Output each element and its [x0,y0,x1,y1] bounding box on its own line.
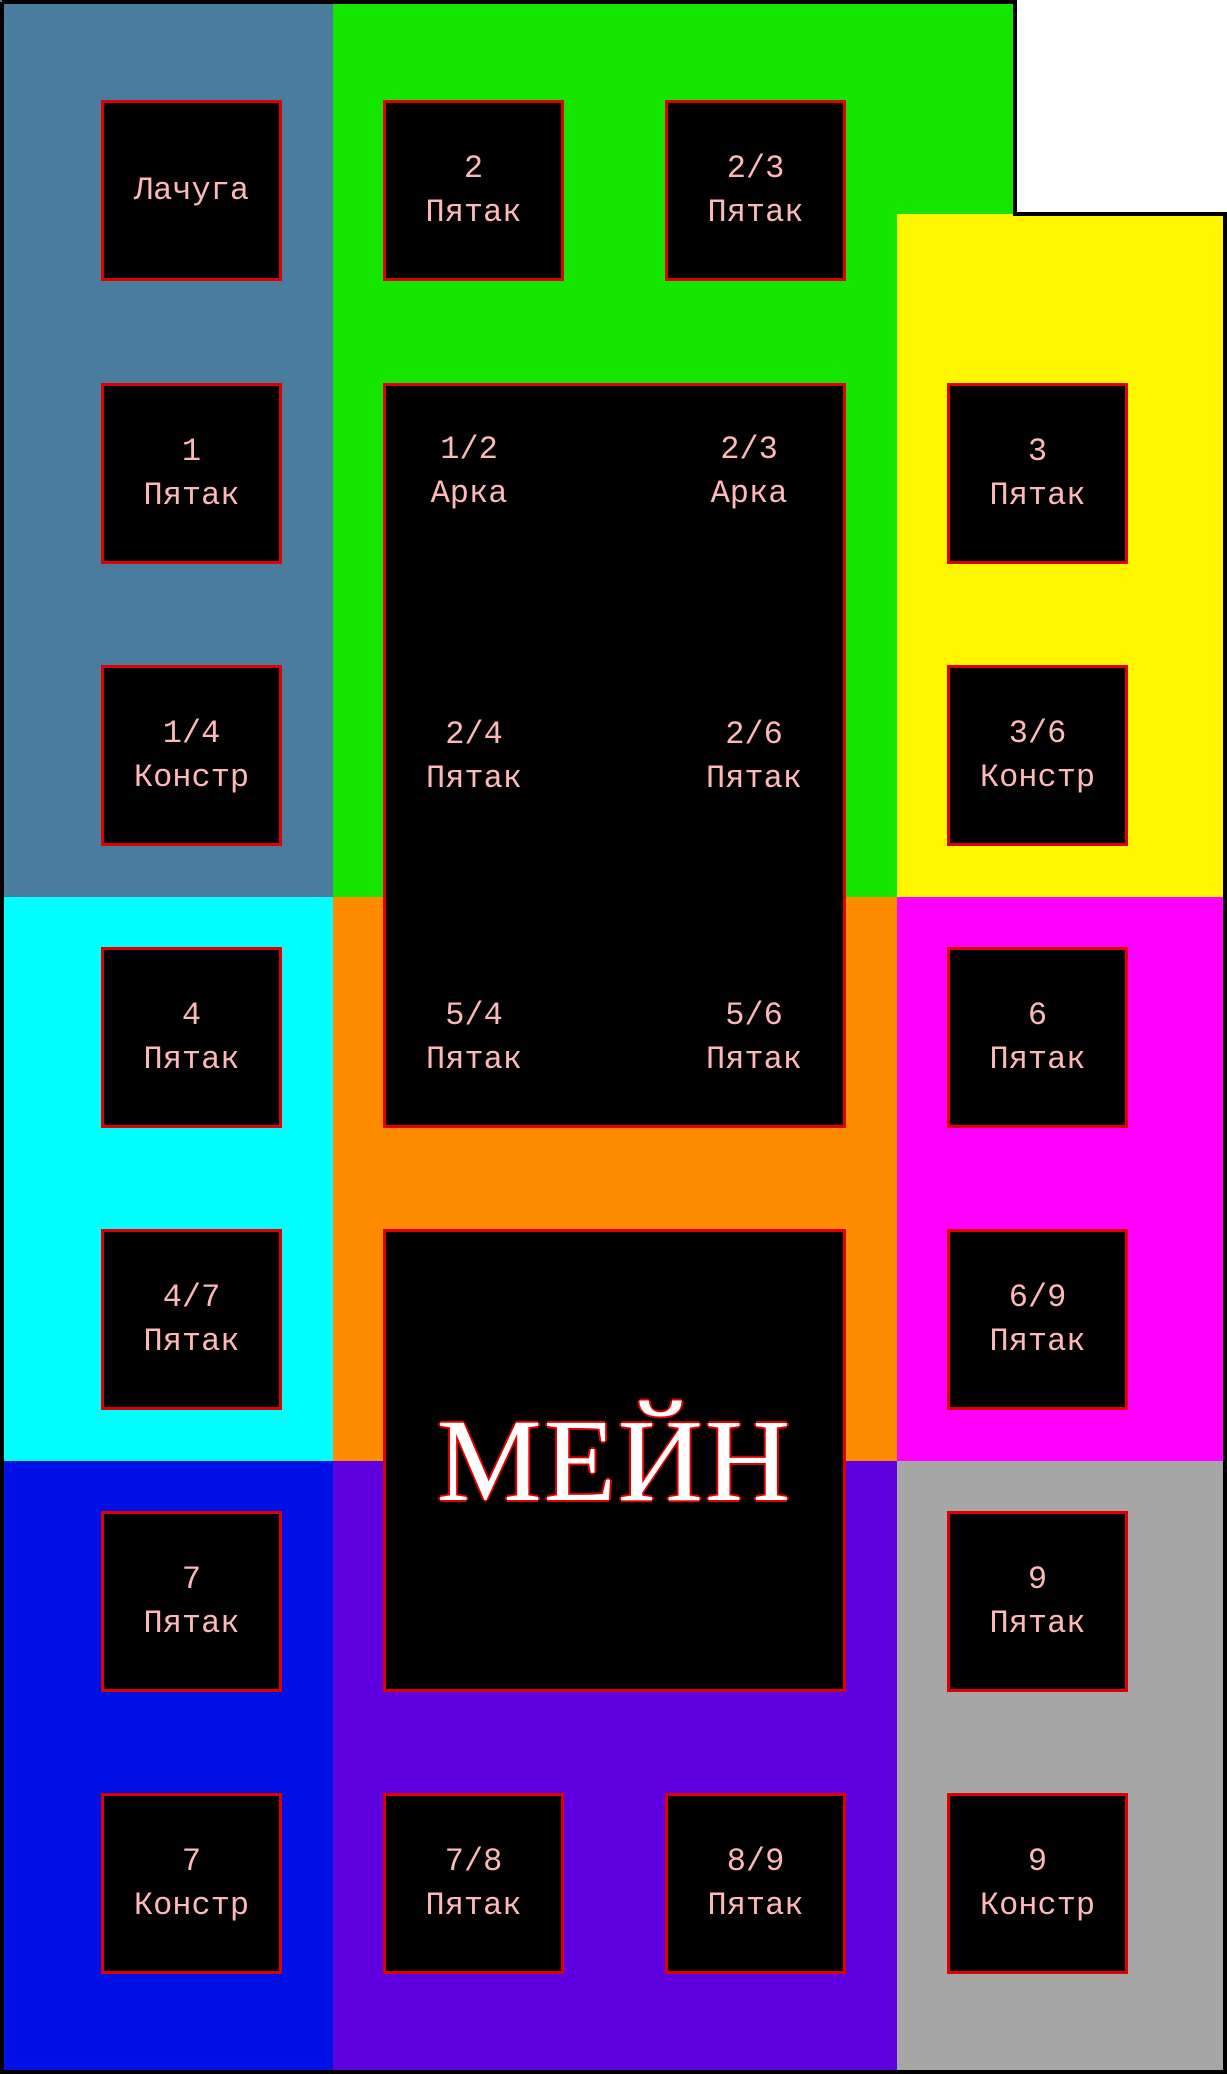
tile-2-spot[interactable]: 2 Пятак [383,100,564,281]
tile-7-constr[interactable]: 7 Констр [101,1793,282,1974]
tile-label-type: Констр [979,1886,1096,1924]
tile-3-6-constr[interactable]: 3/6 Констр [947,665,1128,846]
tile-4-spot[interactable]: 4 Пятак [101,947,282,1128]
tile-label-number: 7/8 [444,1842,503,1880]
tile-label-number: 9 [1027,1560,1048,1598]
tile-label-number: 2/3 [726,149,785,187]
tile-label-number: 7 [181,1842,202,1880]
tile-label-number: 9 [1027,1842,1048,1880]
center-label-type: Пятак [705,1041,802,1078]
tile-9-spot[interactable]: 9 Пятак [947,1511,1128,1692]
center-spot-5-6[interactable]: 5/6 Пятак [644,994,864,1082]
tile-label-type: Пятак [425,1886,522,1924]
tile-8-9-spot[interactable]: 8/9 Пятак [665,1793,846,1974]
tile-label-type: Пятак [143,1604,240,1642]
tile-label-type: Пятак [989,476,1086,514]
center-label-type: Арка [710,475,788,512]
tile-6-9-spot[interactable]: 6/9 Пятак [947,1229,1128,1410]
tile-label-type: Пятак [143,1322,240,1360]
tile-7-8-spot[interactable]: 7/8 Пятак [383,1793,564,1974]
tile-label-number: 7 [181,1560,202,1598]
tile-label-number: 8/9 [726,1842,785,1880]
tile-label-number: 1 [181,432,202,470]
tile-4-7-spot[interactable]: 4/7 Пятак [101,1229,282,1410]
tile-label-type: Пятак [989,1040,1086,1078]
map-area: Лачуга 2 Пятак 2/3 Пятак 1 Пятак 3 Пятак… [0,0,1227,2074]
tile-label-number: 4 [181,996,202,1034]
center-label-number: 2/6 [725,716,783,753]
tile-label-number: 6/9 [1008,1278,1067,1316]
tile-label-type: Констр [133,1886,250,1924]
tile-1-spot[interactable]: 1 Пятак [101,383,282,564]
center-label-number: 5/6 [725,997,783,1034]
tile-label-type: Констр [979,758,1096,796]
tile-label-number: 4/7 [162,1278,221,1316]
tile-7-spot[interactable]: 7 Пятак [101,1511,282,1692]
center-label-type: Пятак [705,760,802,797]
center-spot-2-6[interactable]: 2/6 Пятак [644,713,864,801]
tile-label-type: Пятак [989,1604,1086,1642]
tile-shack-label: Лачуга [133,171,250,209]
tile-shack[interactable]: Лачуга [101,100,282,281]
tile-label-type: Пятак [707,193,804,231]
tile-2-3-spot[interactable]: 2/3 Пятак [665,100,846,281]
tile-label-type: Констр [133,758,250,796]
center-label-type: Пятак [425,760,522,797]
center-label-type: Пятак [425,1041,522,1078]
center-spot-5-4[interactable]: 5/4 Пятак [364,994,584,1082]
tile-label-type: Пятак [707,1886,804,1924]
tile-label-type: Пятак [989,1322,1086,1360]
center-label-number: 1/2 [440,431,498,468]
tile-label-type: Пятак [143,1040,240,1078]
center-label-number: 2/4 [445,716,503,753]
tile-label-type: Пятак [425,193,522,231]
tile-label-number: 6 [1027,996,1048,1034]
tile-label-number: 3 [1027,432,1048,470]
center-label-type: Арка [430,475,508,512]
tile-6-spot[interactable]: 6 Пятак [947,947,1128,1128]
center-arch-2-3[interactable]: 2/3 Арка [639,428,859,516]
tile-3-spot[interactable]: 3 Пятак [947,383,1128,564]
main-label: МЕЙН [436,1394,793,1526]
main-block[interactable]: МЕЙН [383,1229,846,1692]
tile-9-constr[interactable]: 9 Констр [947,1793,1128,1974]
tile-label-number: 3/6 [1008,714,1067,752]
tile-label-type: Пятак [143,476,240,514]
tile-label-number: 2 [463,149,484,187]
center-label-number: 5/4 [445,997,503,1034]
center-spot-2-4[interactable]: 2/4 Пятак [364,713,584,801]
center-label-number: 2/3 [720,431,778,468]
tile-1-4-constr[interactable]: 1/4 Констр [101,665,282,846]
tile-label-number: 1/4 [162,714,221,752]
center-arch-1-2[interactable]: 1/2 Арка [359,428,579,516]
